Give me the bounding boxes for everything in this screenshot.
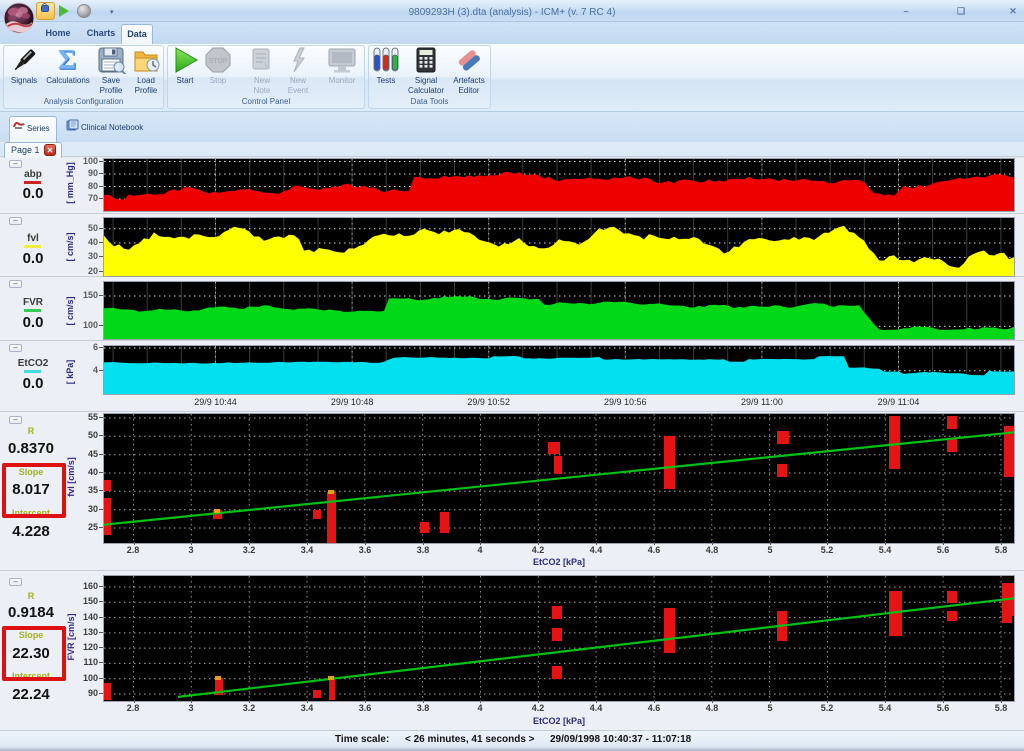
svg-text:STOP: STOP [209,58,228,65]
svg-text:Σ: Σ [58,46,76,74]
